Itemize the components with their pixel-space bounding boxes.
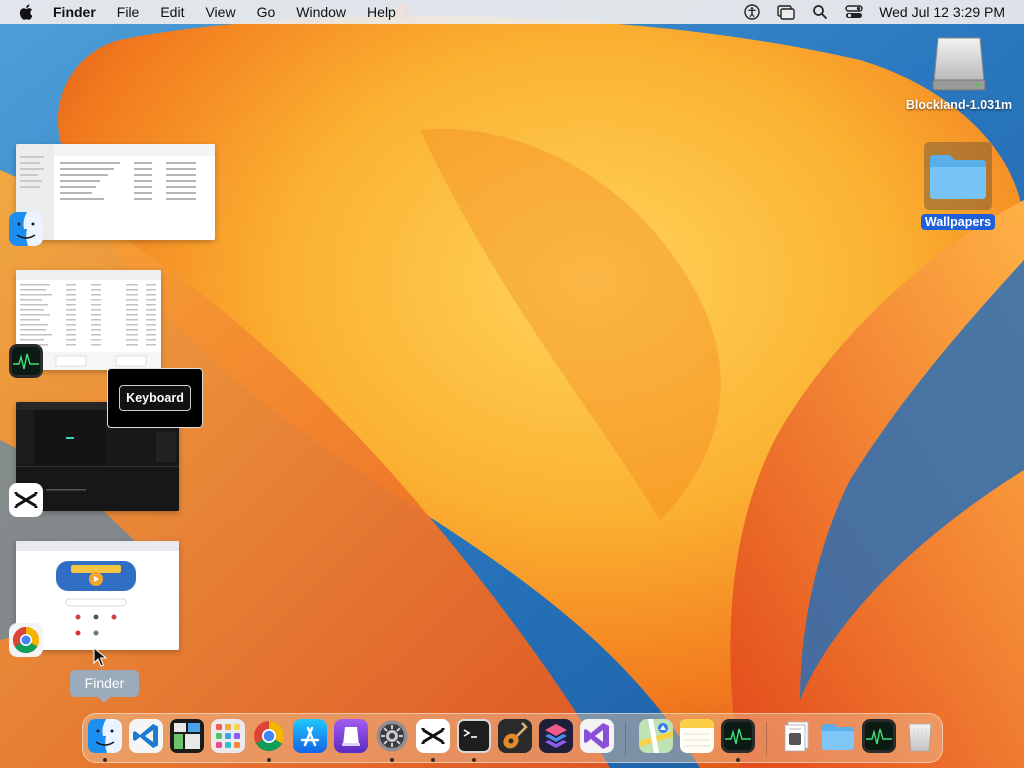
activity-monitor-icon	[9, 344, 43, 378]
running-indicator	[736, 758, 740, 762]
chrome-icon	[9, 623, 43, 657]
hovered-window-title: Keyboard	[119, 385, 191, 411]
trash-icon[interactable]	[903, 719, 937, 753]
menu-window[interactable]: Window	[296, 0, 346, 24]
control-center-icon[interactable]	[845, 4, 863, 20]
activity-monitor-icon[interactable]	[862, 719, 896, 753]
mission-control-icon[interactable]	[170, 719, 204, 753]
running-indicator	[472, 758, 476, 762]
desktop-item-drive[interactable]: Blockland-1.031m	[898, 34, 1020, 114]
desktop-item-label: Blockland-1.031m	[905, 98, 1013, 112]
menu-file[interactable]: File	[117, 0, 140, 24]
running-indicator	[390, 758, 394, 762]
chrome-icon[interactable]	[252, 719, 286, 753]
shortcuts-icon[interactable]	[539, 719, 573, 753]
documents-stack-icon[interactable]	[780, 719, 814, 753]
menu-help[interactable]: Help	[367, 0, 396, 24]
simulator-icon[interactable]	[334, 719, 368, 753]
menu-edit[interactable]: Edit	[160, 0, 184, 24]
vscode-icon[interactable]	[129, 719, 163, 753]
menu-bar: Finder File Edit View Go Window Help Wed…	[0, 0, 1024, 24]
terminal-icon[interactable]	[457, 719, 491, 753]
notes-icon[interactable]	[680, 719, 714, 753]
app-menu-finder[interactable]: Finder	[53, 0, 96, 24]
spotlight-search-icon[interactable]	[811, 4, 829, 20]
garageband-icon[interactable]	[498, 719, 532, 753]
dock-tooltip: Finder	[70, 670, 139, 703]
mouse-cursor-icon	[93, 647, 107, 667]
capcut-icon	[9, 483, 43, 517]
menubar-clock[interactable]: Wed Jul 12 3:29 PM	[879, 4, 1005, 20]
settings-icon[interactable]	[375, 719, 409, 753]
window-thumbnail-finder[interactable]	[16, 144, 215, 240]
apple-menu-icon[interactable]	[19, 3, 35, 21]
desktop-item-folder[interactable]: Wallpapers	[910, 142, 1006, 231]
running-indicator	[431, 758, 435, 762]
running-indicator	[103, 758, 107, 762]
desktop-item-label: Wallpapers	[920, 214, 996, 230]
finder-window-preview	[16, 144, 215, 240]
drive-icon	[932, 37, 986, 91]
screen-mirroring-icon[interactable]	[777, 4, 795, 20]
dock	[82, 713, 943, 763]
hovered-window-label: Keyboard	[107, 368, 203, 428]
maps-icon[interactable]	[639, 719, 673, 753]
launchpad-icon[interactable]	[211, 719, 245, 753]
activity-monitor-icon[interactable]	[721, 719, 755, 753]
folder-icon	[930, 155, 986, 199]
dock-separator	[766, 722, 767, 756]
finder-icon[interactable]	[88, 719, 122, 753]
dock-separator	[625, 722, 626, 756]
menu-view[interactable]: View	[205, 0, 235, 24]
menu-go[interactable]: Go	[257, 0, 276, 24]
running-indicator	[267, 758, 271, 762]
folder-stack-icon[interactable]	[821, 719, 855, 753]
finder-icon	[9, 212, 43, 246]
accessibility-icon[interactable]	[743, 4, 761, 20]
capcut-icon[interactable]	[416, 719, 450, 753]
app-store-icon[interactable]	[293, 719, 327, 753]
visual-studio-icon[interactable]	[580, 719, 614, 753]
selection-highlight	[924, 142, 992, 210]
